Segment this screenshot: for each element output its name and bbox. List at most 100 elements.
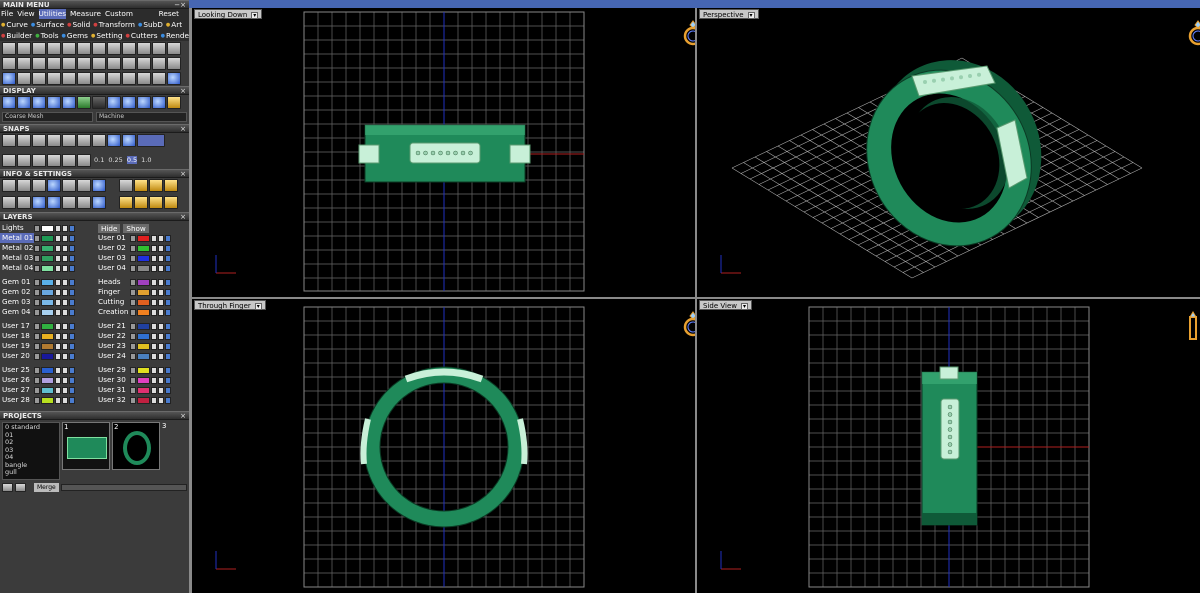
- view-icon[interactable]: [2, 96, 16, 109]
- tool-icon[interactable]: [2, 72, 16, 85]
- dropdown-arrow-icon[interactable]: ▾: [251, 12, 259, 19]
- layer-toggle[interactable]: [130, 288, 136, 296]
- lock-icon[interactable]: [158, 278, 164, 286]
- layer-toggle[interactable]: [34, 308, 40, 316]
- layer-toggle[interactable]: [69, 352, 75, 360]
- layer-toggle[interactable]: [130, 308, 136, 316]
- tool-icon[interactable]: [17, 196, 31, 209]
- tool-icon[interactable]: [164, 196, 178, 209]
- lock-icon[interactable]: [55, 332, 61, 340]
- layer-name[interactable]: Heads: [96, 277, 130, 287]
- layer-color-swatch[interactable]: [41, 234, 54, 242]
- dropdown-arrow-icon[interactable]: ▾: [747, 12, 755, 19]
- tab-render[interactable]: Render: [161, 30, 189, 41]
- layer-name[interactable]: Gem 01: [0, 277, 34, 287]
- sphere-icon[interactable]: [107, 96, 121, 109]
- tool-icon[interactable]: [77, 42, 91, 55]
- layer-toggle[interactable]: [69, 288, 75, 296]
- tab-tools[interactable]: Tools: [35, 30, 59, 41]
- layer-color-swatch[interactable]: [137, 342, 150, 350]
- close-icon[interactable]: ×: [180, 87, 186, 95]
- tool-icon[interactable]: [47, 72, 61, 85]
- layer-color-swatch[interactable]: [41, 342, 54, 350]
- layer-color-swatch[interactable]: [41, 366, 54, 374]
- curve-icon[interactable]: [17, 72, 31, 85]
- tool-icon[interactable]: [107, 57, 121, 70]
- layer-color-swatch[interactable]: [41, 352, 54, 360]
- menu-utilities[interactable]: Utilities: [38, 9, 67, 19]
- close-icon[interactable]: ×: [180, 125, 186, 133]
- curve-icon[interactable]: [32, 72, 46, 85]
- layer-color-swatch[interactable]: [41, 288, 54, 296]
- lock-icon[interactable]: [55, 352, 61, 360]
- lock-icon[interactable]: [55, 322, 61, 330]
- lock-icon[interactable]: [151, 234, 157, 242]
- lock-icon[interactable]: [158, 308, 164, 316]
- lock-icon[interactable]: [62, 386, 68, 394]
- layer-name[interactable]: Gem 02: [0, 287, 34, 297]
- menu-view[interactable]: View: [17, 9, 34, 19]
- layer-toggle[interactable]: [165, 396, 171, 404]
- lock-icon[interactable]: [151, 386, 157, 394]
- layer-toggle[interactable]: [130, 244, 136, 252]
- add-icon[interactable]: [2, 483, 13, 492]
- lock-icon[interactable]: [151, 278, 157, 286]
- layer-name[interactable]: User 25: [0, 365, 34, 375]
- layer-toggle[interactable]: [69, 376, 75, 384]
- circle-icon[interactable]: [167, 72, 181, 85]
- collapse-icon[interactable]: −×: [174, 1, 186, 9]
- tab-gems[interactable]: Gems: [62, 30, 88, 41]
- lock-icon[interactable]: [158, 352, 164, 360]
- layer-toggle[interactable]: [69, 254, 75, 262]
- lock-icon[interactable]: [151, 288, 157, 296]
- layer-toggle[interactable]: [130, 298, 136, 306]
- tab-subd[interactable]: SubD: [138, 19, 163, 30]
- tool-icon[interactable]: [92, 179, 106, 192]
- viewport-label[interactable]: Side View ▾: [699, 300, 752, 310]
- tool-icon[interactable]: [77, 179, 91, 192]
- layer-toggle[interactable]: [34, 244, 40, 252]
- layer-name[interactable]: User 19: [0, 341, 34, 351]
- layer-color-swatch[interactable]: [41, 224, 54, 232]
- lock-icon[interactable]: [151, 342, 157, 350]
- snap-icon[interactable]: [107, 134, 121, 147]
- tool-icon[interactable]: [77, 196, 91, 209]
- layer-name[interactable]: User 29: [96, 365, 130, 375]
- layer-toggle[interactable]: [165, 386, 171, 394]
- layer-toggle[interactable]: [69, 244, 75, 252]
- layer-toggle[interactable]: [34, 366, 40, 374]
- snap-icon[interactable]: [47, 153, 61, 167]
- tool-icon[interactable]: [107, 72, 121, 85]
- tab-solid[interactable]: Solid: [67, 19, 90, 30]
- tool-icon[interactable]: [62, 57, 76, 70]
- project-item[interactable]: gull: [5, 468, 57, 477]
- tool-icon[interactable]: [149, 179, 163, 192]
- layer-color-swatch[interactable]: [137, 234, 150, 242]
- layer-color-swatch[interactable]: [137, 332, 150, 340]
- layer-name[interactable]: User 20: [0, 351, 34, 361]
- layer-toggle[interactable]: [34, 224, 40, 232]
- snap-icon[interactable]: [77, 134, 91, 147]
- layer-toggle[interactable]: [165, 298, 171, 306]
- tab-art[interactable]: Art: [166, 19, 182, 30]
- layer-color-swatch[interactable]: [137, 298, 150, 306]
- layer-toggle[interactable]: [165, 352, 171, 360]
- sphere-icon[interactable]: [62, 96, 76, 109]
- layer-color-swatch[interactable]: [41, 298, 54, 306]
- tool-icon[interactable]: [152, 57, 166, 70]
- layer-toggle[interactable]: [34, 386, 40, 394]
- layer-name[interactable]: User 02: [96, 243, 130, 253]
- lock-icon[interactable]: [151, 376, 157, 384]
- lock-icon[interactable]: [158, 386, 164, 394]
- render-icon[interactable]: [77, 96, 91, 109]
- viewport-label[interactable]: Through Finger ▾: [194, 300, 266, 310]
- layer-toggle[interactable]: [34, 288, 40, 296]
- snap-icon[interactable]: [62, 134, 76, 147]
- layer-name[interactable]: User 22: [96, 331, 130, 341]
- search-icon[interactable]: [17, 179, 31, 192]
- layer-toggle[interactable]: [165, 308, 171, 316]
- tool-icon[interactable]: [47, 179, 61, 192]
- tool-icon[interactable]: [62, 196, 76, 209]
- layer-toggle[interactable]: [165, 376, 171, 384]
- snap-icon[interactable]: [122, 134, 136, 147]
